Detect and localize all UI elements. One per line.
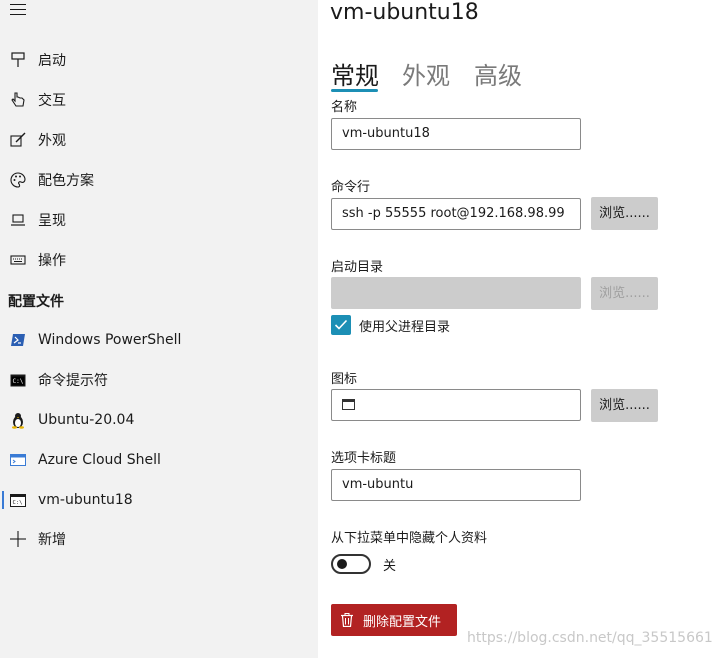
keyboard-icon <box>9 251 27 269</box>
sidebar-item-actions[interactable]: 操作 <box>0 243 318 277</box>
tab-advanced[interactable]: 高级 <box>474 56 522 91</box>
sidebar-item-label: 呈现 <box>38 213 66 229</box>
sidebar-item-command-prompt[interactable]: C:\ 命令提示符 <box>0 363 318 397</box>
sidebar: 启动 交互 外观 配色方案 呈现 操作 配置文件 Windows PowerSh… <box>0 0 318 658</box>
sidebar-item-label: Windows PowerShell <box>38 332 182 348</box>
sidebar-item-label: 外观 <box>38 133 66 149</box>
sidebar-item-azure-cloud-shell[interactable]: Azure Cloud Shell <box>0 443 318 477</box>
sidebar-item-add-new[interactable]: 新增 <box>0 522 318 556</box>
tab-appearance[interactable]: 外观 <box>402 56 450 91</box>
sidebar-item-label: Ubuntu-20.04 <box>38 412 135 428</box>
name-input[interactable]: vm-ubuntu18 <box>331 118 581 150</box>
powershell-icon <box>9 331 27 349</box>
azure-cloud-shell-icon <box>9 451 27 469</box>
hide-profile-toggle-row: 关 <box>331 553 396 575</box>
command-line-browse-button[interactable]: 浏览...... <box>591 197 658 230</box>
terminal-icon: C:\ <box>9 491 27 509</box>
hide-profile-label: 从下拉菜单中隐藏个人资料 <box>331 531 488 546</box>
command-line-label: 命令行 <box>331 180 371 195</box>
delete-profile-label: 删除配置文件 <box>363 614 442 630</box>
use-parent-directory-checkbox[interactable] <box>331 315 351 335</box>
terminal-icon <box>342 399 355 410</box>
use-parent-directory-checkbox-row[interactable]: 使用父进程目录 <box>331 314 450 336</box>
icon-input[interactable] <box>331 389 581 421</box>
icon-label: 图标 <box>331 372 358 387</box>
pin-icon <box>9 51 27 69</box>
sidebar-item-label: 操作 <box>38 253 66 269</box>
hamburger-menu-icon[interactable] <box>10 4 26 18</box>
tab-general[interactable]: 常规 <box>331 56 379 91</box>
watermark: https://blog.csdn.net/qq_35515661 <box>467 630 713 646</box>
edit-icon <box>9 131 27 149</box>
icon-browse-button[interactable]: 浏览...... <box>591 389 658 422</box>
sidebar-item-vm-ubuntu18[interactable]: C:\ vm-ubuntu18 <box>0 483 318 517</box>
sidebar-item-appearance[interactable]: 外观 <box>0 123 318 157</box>
toggle-knob <box>337 559 347 569</box>
sidebar-item-label: 交互 <box>38 93 66 109</box>
monitor-icon <box>9 211 27 229</box>
name-label: 名称 <box>331 100 358 115</box>
profile-settings-panel: vm-ubuntu18 常规 外观 高级 名称 vm-ubuntu18 命令行 … <box>318 0 717 658</box>
delete-profile-button[interactable]: 删除配置文件 <box>331 604 457 636</box>
starting-directory-browse-button: 浏览...... <box>591 277 658 310</box>
sidebar-item-label: Azure Cloud Shell <box>38 452 161 468</box>
palette-icon <box>9 171 27 189</box>
profiles-section-header: 配置文件 <box>8 294 64 310</box>
sidebar-item-windows-powershell[interactable]: Windows PowerShell <box>0 323 318 357</box>
sidebar-item-color-schemes[interactable]: 配色方案 <box>0 163 318 197</box>
sidebar-item-ubuntu-20-04[interactable]: Ubuntu-20.04 <box>0 403 318 437</box>
starting-directory-label: 启动目录 <box>331 260 384 275</box>
tab-title-label: 选项卡标题 <box>331 451 397 466</box>
tux-icon <box>9 411 27 429</box>
svg-text:C:\: C:\ <box>13 378 24 385</box>
tab-title-input[interactable]: vm-ubuntu <box>331 469 581 501</box>
sidebar-item-label: 新增 <box>38 532 66 548</box>
hide-profile-state-label: 关 <box>383 558 397 574</box>
plus-icon <box>9 530 27 548</box>
sidebar-item-label: vm-ubuntu18 <box>38 492 133 508</box>
active-tab-indicator <box>331 89 378 92</box>
sidebar-item-label: 配色方案 <box>38 173 94 189</box>
use-parent-directory-label: 使用父进程目录 <box>359 319 451 335</box>
sidebar-item-label: 启动 <box>38 53 66 69</box>
hand-pointer-icon <box>9 91 27 109</box>
command-line-input[interactable]: ssh -p 55555 root@192.168.98.99 <box>331 198 581 230</box>
hide-profile-toggle[interactable] <box>331 554 371 574</box>
sidebar-item-interaction[interactable]: 交互 <box>0 83 318 117</box>
sidebar-item-launch[interactable]: 启动 <box>0 43 318 77</box>
checkmark-icon <box>334 319 348 330</box>
starting-directory-input <box>331 277 581 309</box>
trash-icon <box>341 613 353 628</box>
cmd-icon: C:\ <box>9 371 27 389</box>
svg-text:C:\: C:\ <box>13 500 23 506</box>
sidebar-item-label: 命令提示符 <box>38 373 108 389</box>
page-title: vm-ubuntu18 <box>330 0 479 25</box>
sidebar-item-rendering[interactable]: 呈现 <box>0 203 318 237</box>
